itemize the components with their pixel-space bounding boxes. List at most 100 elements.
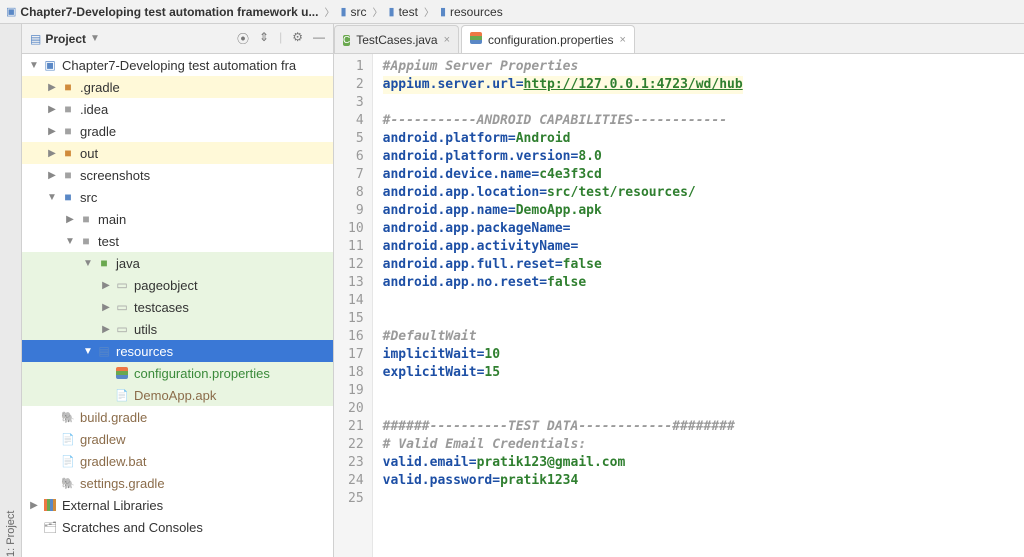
collapse-all-icon[interactable]: ⇕ (259, 30, 269, 47)
tree-label: pageobject (134, 278, 198, 293)
editor-tab[interactable]: configuration.properties× (461, 25, 635, 53)
code-line[interactable]: # Valid Email Credentials: (383, 436, 743, 454)
line-number: 1 (348, 58, 364, 76)
code-line[interactable]: explicitWait=15 (383, 364, 743, 382)
code-line[interactable]: android.app.packageName= (383, 220, 743, 238)
tree-row[interactable]: ▼▤ resources (22, 340, 333, 362)
tree-row[interactable]: ▼■test (22, 230, 333, 252)
tree-row[interactable]: ▶■.idea (22, 98, 333, 120)
line-number: 17 (348, 346, 364, 364)
tree-row[interactable]: 📄gradlew (22, 428, 333, 450)
code-line[interactable]: android.app.full.reset=false (383, 256, 743, 274)
breadcrumb-item[interactable]: ▮src (340, 5, 366, 19)
module-icon: ▣ (42, 57, 58, 73)
chevron-down-icon[interactable]: ▼ (90, 33, 100, 44)
tree-row[interactable]: ▶■gradle (22, 120, 333, 142)
tool-window-tab[interactable]: 1: Project (0, 24, 22, 557)
breadcrumb-item[interactable]: ▮resources (440, 5, 503, 19)
code-line[interactable]: android.platform=Android (383, 130, 743, 148)
tree-row[interactable]: ▶■main (22, 208, 333, 230)
code-line[interactable] (383, 400, 743, 418)
tree-row[interactable]: ▶▭testcases (22, 296, 333, 318)
project-title[interactable]: Project (45, 32, 86, 46)
tree-row[interactable]: ▶■.gradle (22, 76, 333, 98)
folder-icon: ▮ (389, 5, 395, 18)
code-line[interactable] (383, 490, 743, 508)
tree-row[interactable]: ▼▣Chapter7-Developing test automation fr… (22, 54, 333, 76)
chevron-down-icon[interactable]: ▼ (28, 60, 40, 71)
tree-label: DemoApp.apk (134, 388, 216, 403)
tree-row[interactable]: ▼■src (22, 186, 333, 208)
folder-icon: ▮ (440, 5, 446, 18)
project-tree[interactable]: ▼▣Chapter7-Developing test automation fr… (22, 54, 333, 557)
chevron-right-icon[interactable]: ▶ (28, 500, 40, 511)
code-line[interactable]: #DefaultWait (383, 328, 743, 346)
resources-icon: ▤ (96, 343, 112, 359)
package-icon: ▭ (114, 321, 130, 337)
target-icon[interactable]: ⦿ (237, 30, 249, 47)
tree-row[interactable]: 🗂Scratches and Consoles (22, 516, 333, 538)
code-line[interactable]: #-----------ANDROID CAPABILITIES--------… (383, 112, 743, 130)
code-line[interactable] (383, 382, 743, 400)
code-line[interactable]: appium.server.url=http://127.0.0.1:4723/… (383, 76, 743, 94)
code-line[interactable]: #Appium Server Properties (383, 58, 743, 76)
close-icon[interactable]: × (444, 34, 450, 46)
tree-label: resources (116, 344, 173, 359)
chevron-right-icon[interactable]: ▶ (100, 324, 112, 335)
line-number: 10 (348, 220, 364, 238)
breadcrumb-item[interactable]: ▮test (389, 5, 418, 19)
editor-code[interactable]: #Appium Server Propertiesappium.server.u… (373, 54, 753, 557)
editor-tab[interactable]: CTestCases.java× (334, 25, 459, 53)
folder-icon: ■ (60, 145, 76, 161)
tree-label: .gradle (80, 80, 120, 95)
code-line[interactable]: valid.password=pratik1234 (383, 472, 743, 490)
editor-tab-bar: CTestCases.java×configuration.properties… (334, 24, 1024, 54)
tree-row[interactable]: ▶■screenshots (22, 164, 333, 186)
code-line[interactable]: valid.email=pratik123@gmail.com (383, 454, 743, 472)
tree-row[interactable]: 🐘settings.gradle (22, 472, 333, 494)
tree-row[interactable]: 📄gradlew.bat (22, 450, 333, 472)
chevron-down-icon[interactable]: ▼ (64, 236, 76, 247)
scratches-icon: 🗂 (42, 519, 58, 535)
tree-row[interactable]: ▶▭utils (22, 318, 333, 340)
tree-row[interactable]: 📄DemoApp.apk (22, 384, 333, 406)
line-number: 15 (348, 310, 364, 328)
code-line[interactable] (383, 292, 743, 310)
chevron-right-icon[interactable]: ▶ (100, 302, 112, 313)
code-line[interactable]: android.app.activityName= (383, 238, 743, 256)
line-number: 19 (348, 382, 364, 400)
chevron-right-icon[interactable]: ▶ (46, 82, 58, 93)
chevron-right-icon[interactable]: ▶ (46, 126, 58, 137)
breadcrumb-item[interactable]: ▣Chapter7-Developing test automation fra… (6, 5, 318, 19)
tree-row[interactable]: ▼■java (22, 252, 333, 274)
code-line[interactable]: android.device.name=c4e3f3cd (383, 166, 743, 184)
tree-row[interactable]: 🐘build.gradle (22, 406, 333, 428)
chevron-right-icon[interactable]: ▶ (46, 148, 58, 159)
line-number: 13 (348, 274, 364, 292)
editor[interactable]: 1234567891011121314151617181920212223242… (334, 54, 1024, 557)
code-line[interactable] (383, 94, 743, 112)
hide-icon[interactable]: — (313, 30, 325, 47)
close-icon[interactable]: × (619, 34, 625, 46)
chevron-right-icon[interactable]: ▶ (46, 104, 58, 115)
tree-row[interactable]: ▶▭pageobject (22, 274, 333, 296)
tree-row[interactable]: configuration.properties (22, 362, 333, 384)
chevron-down-icon[interactable]: ▼ (82, 258, 94, 269)
gear-icon[interactable]: ⚙ (292, 30, 303, 47)
chevron-right-icon[interactable]: ▶ (64, 214, 76, 225)
code-line[interactable]: android.app.no.reset=false (383, 274, 743, 292)
chevron-right-icon[interactable]: ▶ (46, 170, 58, 181)
code-line[interactable]: android.app.name=DemoApp.apk (383, 202, 743, 220)
code-line[interactable]: android.app.location=src/test/resources/ (383, 184, 743, 202)
code-line[interactable] (383, 310, 743, 328)
chevron-down-icon[interactable]: ▼ (46, 192, 58, 203)
tree-row[interactable]: ▶■out (22, 142, 333, 164)
tree-label: main (98, 212, 126, 227)
code-line[interactable]: android.platform.version=8.0 (383, 148, 743, 166)
code-line[interactable]: ######----------TEST DATA------------###… (383, 418, 743, 436)
tree-row[interactable]: ▶External Libraries (22, 494, 333, 516)
chevron-right-icon[interactable]: ▶ (100, 280, 112, 291)
tree-label: testcases (134, 300, 189, 315)
chevron-down-icon[interactable]: ▼ (82, 346, 94, 357)
code-line[interactable]: implicitWait=10 (383, 346, 743, 364)
